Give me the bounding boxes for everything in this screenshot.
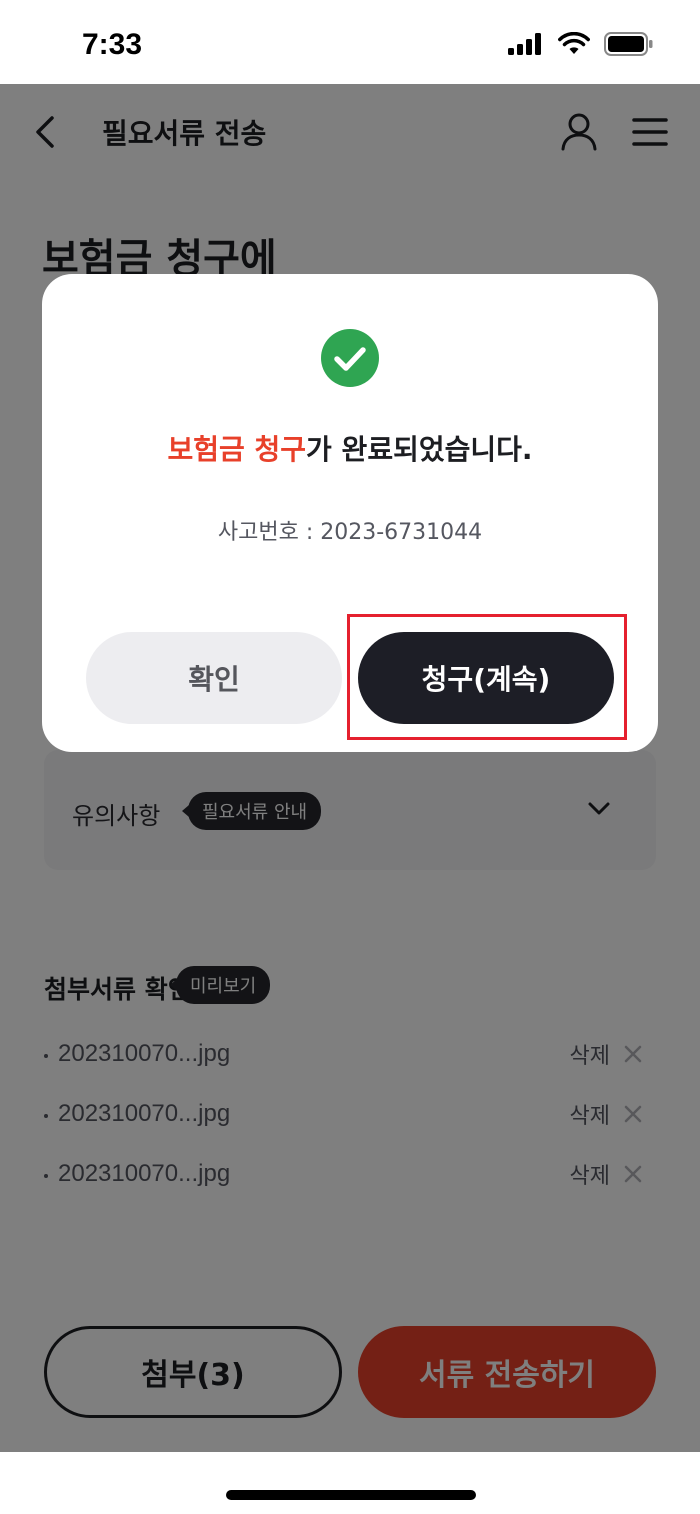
dialog-message-rest: 가 완료되었습니다. — [306, 433, 533, 466]
signal-icon — [508, 33, 541, 55]
accident-number-label: 사고번호 : — [217, 520, 321, 545]
accident-number: 사고번호 : 2023-6731044 — [42, 514, 658, 546]
status-time: 7:33 — [82, 28, 143, 61]
accident-number-value: 2023-6731044 — [320, 520, 483, 545]
claim-complete-dialog: 보험금 청구가 완료되었습니다. 사고번호 : 2023-6731044 확인 … — [42, 274, 658, 752]
wifi-icon — [558, 32, 590, 54]
status-bar: 7:33 — [0, 0, 700, 84]
home-indicator-area — [0, 1452, 700, 1514]
dialog-message-accent: 보험금 청구 — [167, 433, 307, 466]
check-circle-icon — [321, 329, 379, 387]
home-indicator[interactable] — [226, 1490, 476, 1500]
continue-claim-button[interactable]: 청구(계속) — [358, 632, 614, 724]
status-icons — [508, 32, 654, 56]
dialog-message: 보험금 청구가 완료되었습니다. — [42, 428, 658, 468]
battery-icon — [604, 32, 653, 56]
confirm-button[interactable]: 확인 — [86, 632, 342, 724]
